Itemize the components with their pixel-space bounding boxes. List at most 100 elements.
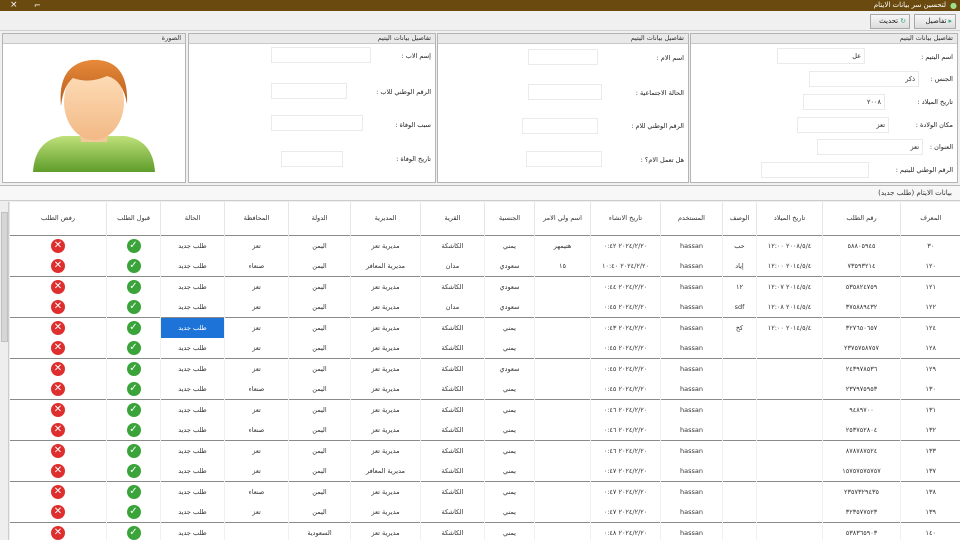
country-cell[interactable]: اليمن [288, 439, 351, 461]
status-cell[interactable]: طلب جديد [160, 337, 225, 358]
user-cell[interactable]: hassan [660, 460, 723, 481]
address-value[interactable]: تعز [817, 139, 923, 155]
accept-request-icon[interactable]: ✓ [126, 279, 141, 294]
nationality-cell[interactable]: يمني [484, 419, 535, 440]
country-cell[interactable]: اليمن [288, 398, 351, 420]
nationality-cell[interactable]: يمني [484, 337, 535, 358]
table-row[interactable]: ١٢٨ ٢٣٧٥٧٥٨٧٥٧ hassan ٢٠٢٤/٢/٢٠ ٠:٤٥ يمني الك… [9, 337, 960, 358]
row-id-cell[interactable]: ١٣٠ [900, 378, 960, 399]
nationality-cell[interactable]: يمني [484, 439, 535, 461]
village-cell[interactable]: الكاشكة [420, 357, 485, 379]
governorate-cell[interactable]: صنعاء [224, 419, 289, 440]
user-cell[interactable]: hassan [660, 480, 723, 502]
country-cell[interactable]: اليمن [288, 316, 351, 338]
country-cell[interactable]: اليمن [288, 337, 351, 358]
reject-request-icon[interactable]: ✕ [51, 422, 65, 437]
reject-request-icon[interactable]: ✕ [51, 299, 65, 314]
request-number-cell[interactable]: ٣٢٧٦٥٠٦٥٧ [822, 316, 901, 338]
reject-request-icon[interactable]: ✕ [51, 504, 65, 519]
birth-date-cell[interactable] [756, 501, 823, 522]
accept-request-icon[interactable]: ✓ [126, 443, 141, 458]
created-date-cell[interactable]: ٢٠٢٤/٢/٢٠ ٠:٤٤ [590, 275, 661, 297]
table-row[interactable]: ١٤٠ ٥٣٨٣٦٥٩٠٣ hassan ٢٠٢٤/٢/٢٠ ٠:٤٨ يمني الكا… [9, 521, 960, 540]
description-cell[interactable] [722, 337, 757, 358]
village-cell[interactable]: الكاشكة [420, 398, 485, 420]
district-cell[interactable]: مديرية تعز [350, 275, 421, 297]
birth-date-cell[interactable] [756, 460, 823, 481]
guardian-name-cell[interactable]: هتيمهر [534, 234, 591, 256]
table-row[interactable]: ١٢٢ ٣٧٥٨٨٩٤٣٢ ٢٠١٤/٥/٤ ١٢:٠٨ sdf hassan ٢٠٢٤/… [9, 296, 960, 317]
guardian-name-cell[interactable] [534, 501, 591, 522]
status-cell[interactable]: طلب جديد [160, 378, 225, 399]
village-cell[interactable]: الكاشكة [420, 419, 485, 440]
created-date-cell[interactable]: ٢٠٢٤/٢/٢٠ ٠:٤٣ [590, 316, 661, 338]
country-cell[interactable]: السعودية [288, 521, 351, 540]
governorate-cell[interactable]: تعز [224, 296, 289, 317]
birth-date-cell[interactable] [756, 357, 823, 379]
created-date-cell[interactable]: ٢٠٢٤/٢/٢٠ ٠:٤٥ [590, 378, 661, 399]
status-cell[interactable]: طلب جديد [160, 501, 225, 522]
nationality-cell[interactable]: يمني [484, 378, 535, 399]
nationality-cell[interactable]: سعودي [484, 296, 535, 317]
governorate-cell[interactable]: تعز [224, 439, 289, 461]
created-date-cell[interactable]: ٢٠٢٤/٢/٢٠ ٠:٤٦ [590, 419, 661, 440]
description-cell[interactable]: إياد [722, 255, 757, 276]
scrollbar-thumb[interactable] [1, 212, 8, 342]
table-row[interactable]: ١٢٩ ٢٤٣٩٧٨٥٣٦ hassan ٢٠٢٤/٢/٢٠ ٠:٤٥ سعودي الك… [9, 357, 960, 379]
table-row[interactable]: ١٣٩ ٣٢٣٥٧٧٥٢٣ hassan ٢٠٢٤/٢/٢٠ ٠:٤٧ يمني الكا… [9, 501, 960, 522]
village-cell[interactable]: الكاشكة [420, 460, 485, 481]
request-number-cell[interactable]: ٨٧٨٧٨٧٥٢٤ [822, 439, 901, 461]
district-cell[interactable]: مديرية تعز [350, 521, 421, 540]
user-cell[interactable]: hassan [660, 234, 723, 256]
status-cell[interactable]: طلب جديد [160, 419, 225, 440]
vertical-scrollbar[interactable] [0, 202, 9, 540]
table-row[interactable]: ١٢٤ ٣٢٧٦٥٠٦٥٧ ٢٠١٤/٥/٤ ١٢:٠٠ كخ hassan ٢٠٢٤/٢… [9, 316, 960, 338]
row-id-cell[interactable]: ١٢١ [900, 275, 960, 297]
table-row[interactable]: ١٢١ ٥٣٥٨٢٤٧٥٩ ٢٠١٤/٥/٤ ١٢:٠٧ ١٢ hassan ٢٠٢٤/٢… [9, 275, 960, 297]
death-date-value[interactable] [281, 151, 343, 167]
country-cell[interactable]: اليمن [288, 234, 351, 256]
status-cell[interactable]: طلب جديد [160, 296, 225, 317]
column-header[interactable]: رفض الطلب [9, 202, 107, 235]
orphan-national-id-value[interactable] [761, 162, 869, 178]
guardian-name-cell[interactable] [534, 296, 591, 317]
nationality-cell[interactable]: يمني [484, 316, 535, 338]
guardian-name-cell[interactable] [534, 275, 591, 297]
status-cell[interactable]: طلب جديد [160, 255, 225, 276]
status-cell[interactable]: طلب جديد [160, 521, 225, 540]
row-id-cell[interactable]: ١٢٨ [900, 337, 960, 358]
status-cell[interactable]: طلب جديد [160, 398, 225, 420]
governorate-cell[interactable]: تعز [224, 234, 289, 256]
district-cell[interactable]: مديرية تعز [350, 419, 421, 440]
birth-date-cell[interactable] [756, 378, 823, 399]
created-date-cell[interactable]: ٢٠٢٤/٢/٢٠ ٠:٤٢ [590, 234, 661, 256]
column-header[interactable]: رقم الطلب [822, 202, 901, 235]
death-cause-value[interactable] [271, 115, 363, 131]
guardian-name-cell[interactable] [534, 419, 591, 440]
birth-date-cell[interactable] [756, 398, 823, 420]
district-cell[interactable]: مديرية تعز [350, 337, 421, 358]
district-cell[interactable]: مديرية تعز [350, 357, 421, 379]
column-header[interactable]: المعرف [900, 202, 960, 235]
birth-date-cell[interactable] [756, 337, 823, 358]
column-header[interactable]: تاريخ الميلاد [756, 202, 823, 235]
birthplace-value[interactable]: تعز [797, 117, 889, 133]
village-cell[interactable]: الكاشكة [420, 521, 485, 540]
created-date-cell[interactable]: ٢٠٢٤/٢/٢٠ ٠:٤٧ [590, 501, 661, 522]
user-cell[interactable]: hassan [660, 419, 723, 440]
birth-date-cell[interactable]: ٢٠١٤/٥/٤ ١٢:٠٨ [756, 296, 823, 317]
request-number-cell[interactable]: ٧٣٥٩٣٢١٤ [822, 255, 901, 276]
user-cell[interactable]: hassan [660, 275, 723, 297]
description-cell[interactable] [722, 521, 757, 540]
user-cell[interactable]: hassan [660, 255, 723, 276]
country-cell[interactable]: اليمن [288, 275, 351, 297]
country-cell[interactable]: اليمن [288, 501, 351, 522]
birth-date-cell[interactable]: ٢٠١٤/٥/٤ ١٢:٠٧ [756, 275, 823, 297]
table-row[interactable]: ١٣٣ ٨٧٨٧٨٧٥٢٤ hassan ٢٠٢٤/٢/٢٠ ٠:٤٦ يمني الكا… [9, 439, 960, 461]
governorate-cell[interactable]: تعز [224, 501, 289, 522]
table-row[interactable]: ١٢٠ ٧٣٥٩٣٢١٤ ٢٠١٤/٥/٤ ١٢:٠٠ إياد hassan ٢٠٢٤/… [9, 255, 960, 276]
column-header[interactable]: الحالة [160, 202, 225, 235]
table-row[interactable]: ١٣٢ ٢٥٣٧٥٢٨٠٤ hassan ٢٠٢٤/٢/٢٠ ٠:٤٦ يمني الكا… [9, 419, 960, 440]
district-cell[interactable]: مديرية تعز [350, 439, 421, 461]
created-date-cell[interactable]: ٢٠٢٤/٢/٢٠ ٠:٤٥ [590, 357, 661, 379]
